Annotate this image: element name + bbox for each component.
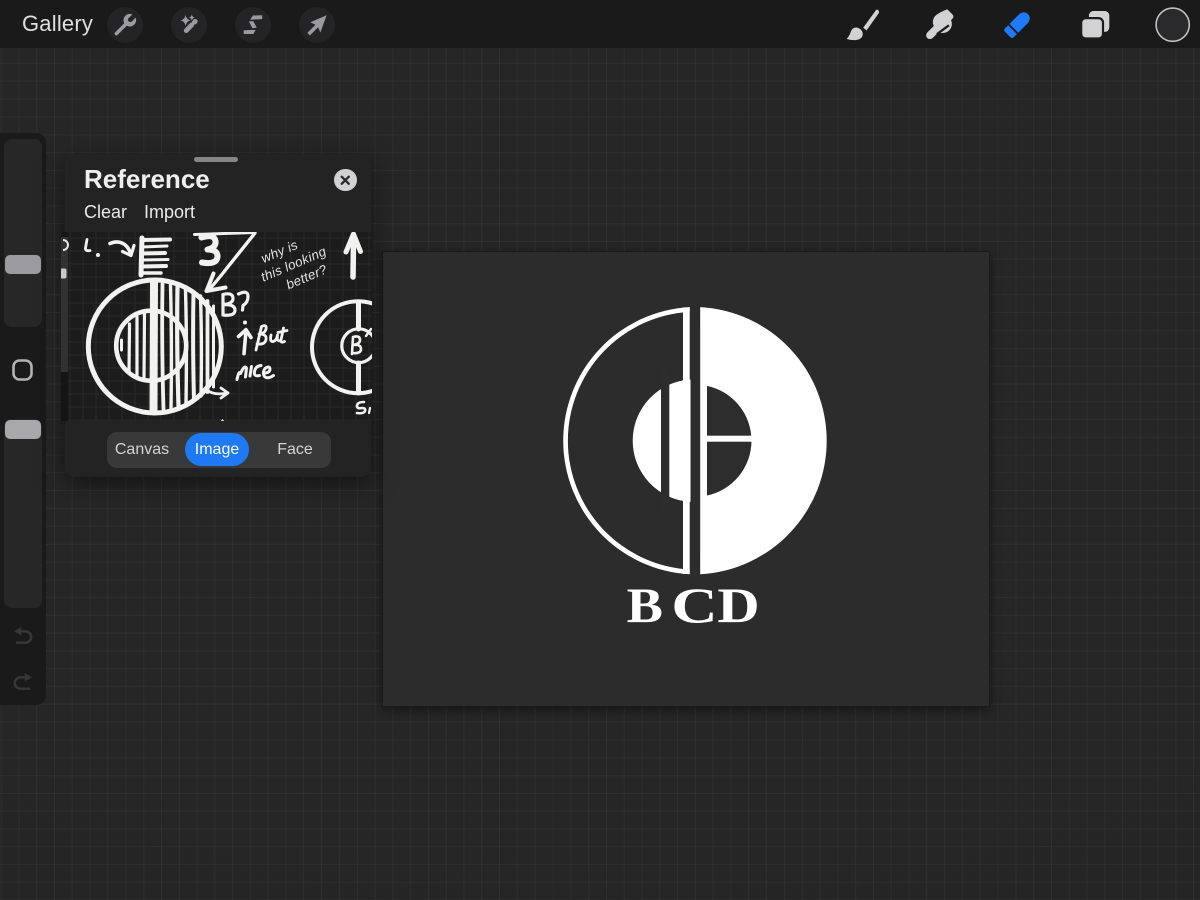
- svg-text:D: D: [717, 578, 759, 633]
- svg-text:B: B: [627, 578, 663, 633]
- svg-text:C: C: [671, 579, 717, 634]
